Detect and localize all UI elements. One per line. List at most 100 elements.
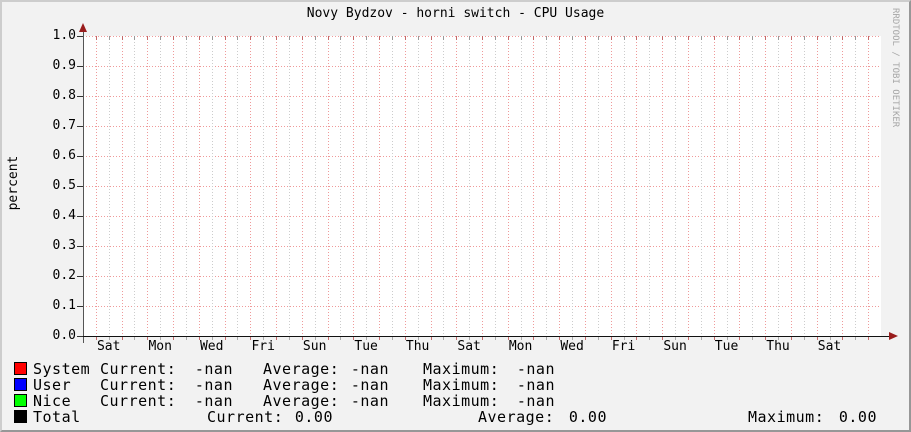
axis-bottom-tick: [868, 337, 869, 340]
grid-line-vertical: [431, 36, 432, 336]
grid-top-tick: [842, 36, 843, 40]
grid-top-tick: [765, 36, 766, 40]
y-tick-label: 0.6: [52, 148, 76, 163]
grid-line-vertical: [508, 36, 509, 336]
graph-stage: Novy Bydzov - horni switch - CPU Usage R…: [2, 2, 909, 430]
legend-average-value: -nan: [350, 392, 389, 410]
grid-line-vertical: [546, 36, 547, 336]
grid-line-vertical: [868, 36, 869, 336]
grid-line-vertical: [482, 36, 483, 336]
grid-line-vertical: [714, 36, 715, 336]
legend-swatch: [14, 394, 27, 407]
grid-line-vertical: [315, 36, 316, 336]
grid-top-tick: [533, 36, 534, 40]
grid-line-vertical: [212, 36, 213, 336]
legend-swatch: [14, 378, 27, 391]
grid-line-vertical: [96, 36, 97, 336]
grid-line-vertical: [225, 36, 226, 336]
grid-top-tick: [443, 36, 444, 40]
y-tick-label: 0.1: [52, 298, 76, 313]
grid-top-tick: [611, 36, 612, 40]
legend-row: Total Current: 0.00 Average: 0.00 Maximum: 0.0…: [2, 408, 909, 426]
y-axis-tick: [77, 306, 83, 307]
grid-top-tick: [134, 36, 135, 40]
legend-maximum-value: 0.00: [838, 408, 877, 426]
grid-line-vertical: [405, 36, 406, 336]
legend-row: System Current: -nan Average: -nan Maximum: -n…: [2, 360, 909, 378]
y-axis-tick: [77, 36, 83, 37]
grid-top-tick: [340, 36, 341, 40]
grid-line-vertical: [109, 36, 110, 336]
grid-line-vertical: [636, 36, 637, 336]
grid-top-tick: [559, 36, 560, 40]
grid-top-tick: [109, 36, 110, 40]
legend-series-name: Total: [33, 408, 81, 426]
grid-top-tick: [508, 36, 509, 40]
grid-top-tick: [572, 36, 573, 40]
legend-maximum-value: -nan: [516, 376, 555, 394]
grid-top-tick: [302, 36, 303, 40]
legend-series-name: User: [33, 376, 72, 394]
grid-line-vertical: [328, 36, 329, 336]
grid-top-tick: [598, 36, 599, 40]
y-axis-tick: [77, 126, 83, 127]
grid-line-vertical: [649, 36, 650, 336]
grid-top-tick: [263, 36, 264, 40]
legend-series-name: Nice: [33, 392, 72, 410]
legend-average-value: 0.00: [568, 408, 607, 426]
y-tick-label: 0.5: [52, 178, 76, 193]
legend-maximum-value: -nan: [516, 392, 555, 410]
grid-line-vertical: [147, 36, 148, 336]
grid-top-tick: [289, 36, 290, 40]
grid-top-tick: [392, 36, 393, 40]
grid-line-vertical: [533, 36, 534, 336]
y-axis-tick: [77, 186, 83, 187]
legend-swatch: [14, 410, 27, 423]
grid-top-tick: [521, 36, 522, 40]
rrdtool-graph: Novy Bydzov - horni switch - CPU Usage R…: [0, 0, 911, 432]
grid-top-tick: [315, 36, 316, 40]
grid-top-tick: [379, 36, 380, 40]
grid-line-vertical: [830, 36, 831, 336]
grid-top-tick: [173, 36, 174, 40]
grid-top-tick: [688, 36, 689, 40]
grid-top-tick: [649, 36, 650, 40]
grid-line-vertical: [842, 36, 843, 336]
grid-top-tick: [624, 36, 625, 40]
legend-current-value: -nan: [194, 360, 233, 378]
grid-top-tick: [495, 36, 496, 40]
grid-top-tick: [353, 36, 354, 40]
rrdtool-watermark: RRDTOOL / TOBI OETIKER: [890, 8, 900, 128]
grid-top-tick: [804, 36, 805, 40]
grid-line-vertical: [817, 36, 818, 336]
y-axis-line: [83, 30, 84, 343]
grid-top-tick: [237, 36, 238, 40]
plot-area: [83, 36, 881, 336]
grid-line-vertical: [366, 36, 367, 336]
grid-top-tick: [328, 36, 329, 40]
grid-line-vertical: [160, 36, 161, 336]
grid-top-tick: [585, 36, 586, 40]
grid-line-vertical: [572, 36, 573, 336]
grid-top-tick: [469, 36, 470, 40]
grid-top-tick: [868, 36, 869, 40]
grid-line-vertical: [353, 36, 354, 336]
grid-line-vertical: [688, 36, 689, 336]
y-axis-tick: [77, 276, 83, 277]
grid-top-tick: [212, 36, 213, 40]
grid-line-vertical: [237, 36, 238, 336]
grid-line-vertical: [727, 36, 728, 336]
grid-line-vertical: [134, 36, 135, 336]
legend-current-value: -nan: [194, 392, 233, 410]
grid-line-vertical: [701, 36, 702, 336]
grid-line-vertical: [495, 36, 496, 336]
grid-top-tick: [276, 36, 277, 40]
grid-line-vertical: [456, 36, 457, 336]
grid-line-vertical: [521, 36, 522, 336]
legend-series-name: System: [33, 360, 91, 378]
y-axis-tick: [77, 246, 83, 247]
grid-top-tick: [96, 36, 97, 40]
grid-top-tick: [791, 36, 792, 40]
legend-swatch: [14, 362, 27, 375]
legend-average-value: -nan: [350, 376, 389, 394]
